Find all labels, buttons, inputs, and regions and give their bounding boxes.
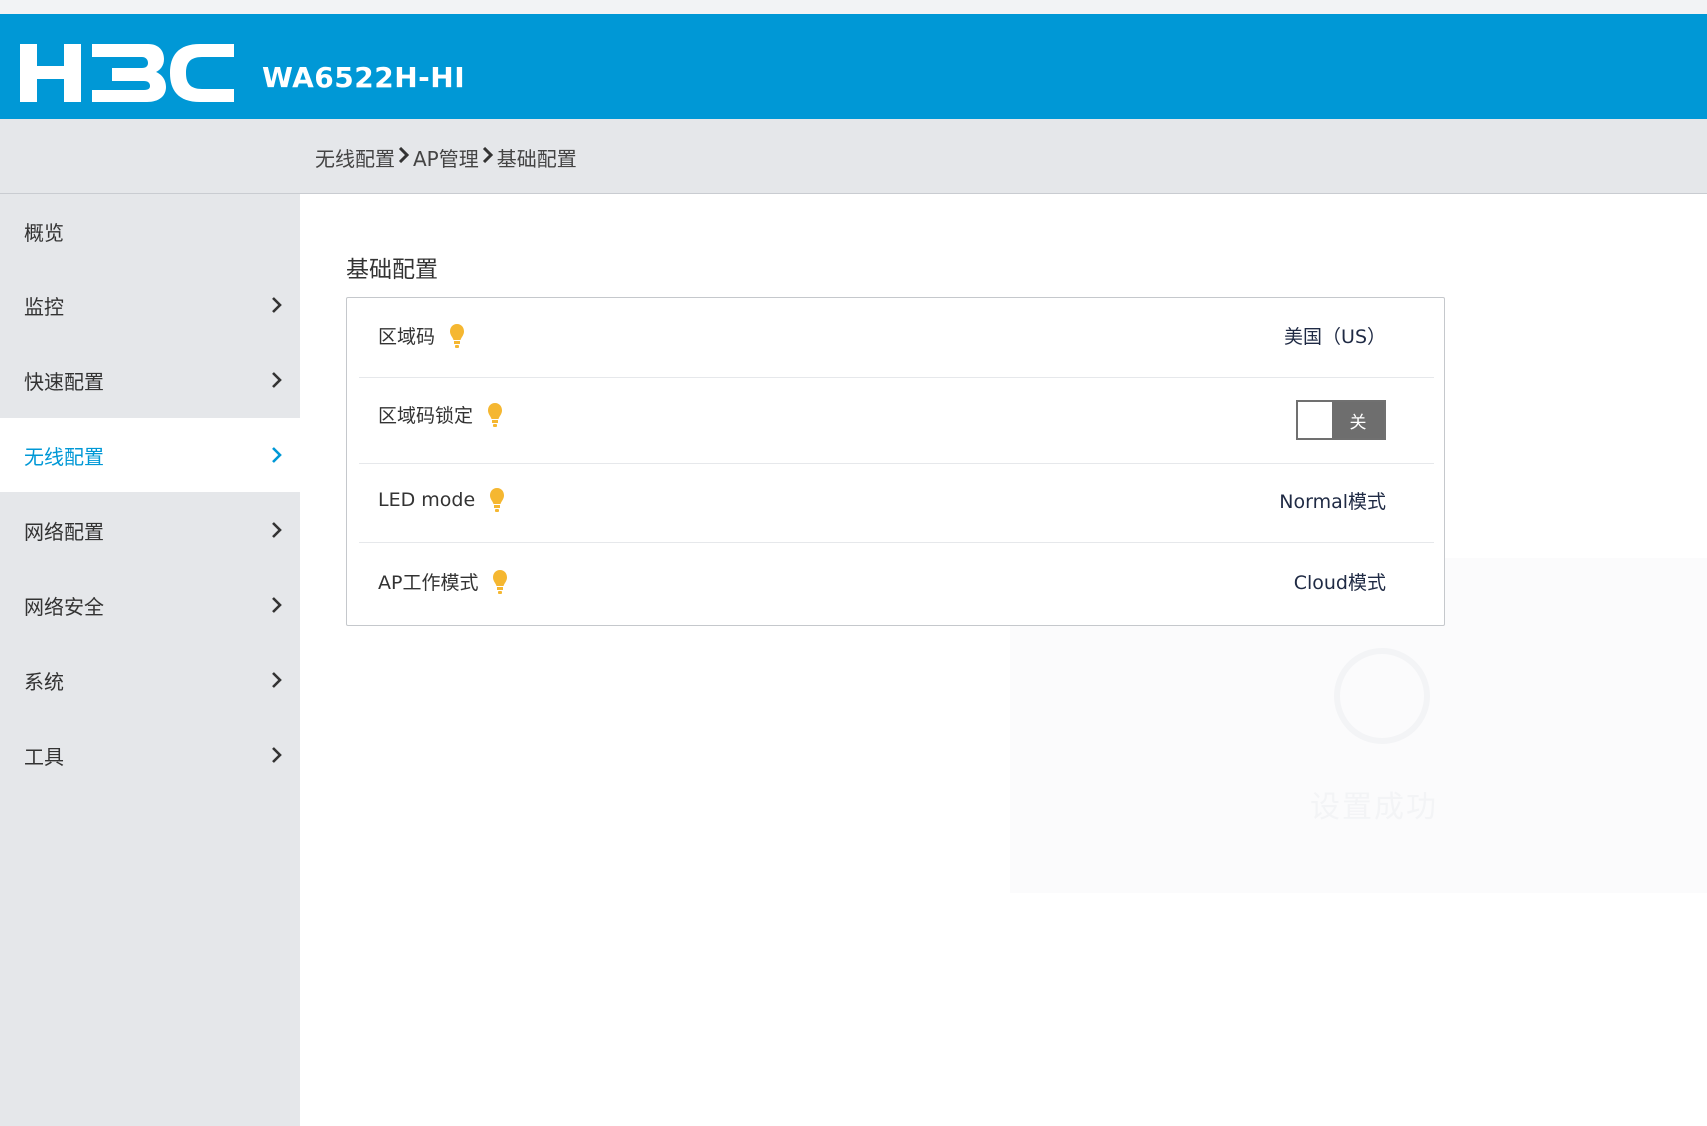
config-row-ap-work-mode: AP工作模式 Cloud模式 xyxy=(359,542,1434,621)
sidebar-item-label: 系统 xyxy=(24,669,64,694)
chevron-right-icon xyxy=(482,146,494,168)
config-row-led-mode: LED mode Normal模式 xyxy=(359,463,1434,543)
chevron-right-icon xyxy=(398,146,410,168)
browser-top-strip xyxy=(0,0,1707,15)
breadcrumb-item-wireless[interactable]: 无线配置 xyxy=(315,143,395,172)
app-header: WA6522H-HI xyxy=(0,14,1707,119)
sidebar-item-system[interactable]: 系统 xyxy=(0,643,300,717)
region-lock-label: 区域码锁定 xyxy=(378,405,474,427)
success-message: 设置成功 xyxy=(1310,790,1438,825)
led-mode-value: Normal模式 xyxy=(1279,491,1386,513)
config-row-region-code: 区域码 美国（US） xyxy=(359,298,1434,378)
region-lock-toggle[interactable]: 关 xyxy=(1296,400,1386,440)
sidebar-item-tools[interactable]: 工具 xyxy=(0,718,300,792)
row-label: 区域码 xyxy=(378,322,465,349)
sidebar-item-label: 网络安全 xyxy=(24,594,104,619)
chevron-right-icon xyxy=(272,372,282,388)
basic-config-card: 区域码 美国（US） 区域码锁定 关 LED mode Normal模式 AP工… xyxy=(346,297,1445,626)
ap-work-mode-value: Cloud模式 xyxy=(1293,572,1386,594)
breadcrumb-bar: 无线配置 AP管理 基础配置 xyxy=(0,119,1707,194)
h3c-logo xyxy=(20,44,234,102)
led-mode-label: LED mode xyxy=(378,489,476,511)
toggle-knob xyxy=(1298,402,1332,438)
breadcrumb-item-ap-management[interactable]: AP管理 xyxy=(413,143,479,172)
sidebar-item-label: 监控 xyxy=(24,294,64,319)
chevron-right-icon xyxy=(272,297,282,313)
chevron-right-icon xyxy=(272,447,282,463)
chevron-right-icon xyxy=(272,672,282,688)
sidebar-item-security[interactable]: 网络安全 xyxy=(0,568,300,642)
row-label: 区域码锁定 xyxy=(378,401,503,428)
lightbulb-icon[interactable] xyxy=(449,323,465,349)
breadcrumb: 无线配置 AP管理 基础配置 xyxy=(315,143,577,172)
smiley-icon xyxy=(1334,648,1430,744)
sidebar-item-label: 快速配置 xyxy=(24,369,104,394)
sidebar-item-label: 工具 xyxy=(24,744,64,769)
sidebar-item-overview[interactable]: 概览 xyxy=(0,194,300,268)
chevron-right-icon xyxy=(272,747,282,763)
region-code-value: 美国（US） xyxy=(1284,326,1386,348)
sidebar-item-label: 无线配置 xyxy=(24,444,104,469)
row-label: LED mode xyxy=(378,487,505,513)
sidebar-item-label: 概览 xyxy=(24,220,64,245)
sidebar-item-label: 网络配置 xyxy=(24,519,104,544)
ap-work-mode-label: AP工作模式 xyxy=(378,572,479,594)
lightbulb-icon[interactable] xyxy=(489,487,505,513)
device-model: WA6522H-HI xyxy=(262,61,466,94)
breadcrumb-item-basic-config: 基础配置 xyxy=(496,147,577,171)
chevron-right-icon xyxy=(272,522,282,538)
page-title: 基础配置 xyxy=(346,257,438,283)
chevron-right-icon xyxy=(272,597,282,613)
row-label: AP工作模式 xyxy=(378,568,508,595)
sidebar-item-network[interactable]: 网络配置 xyxy=(0,493,300,567)
toggle-state-text: 关 xyxy=(1349,412,1367,433)
config-row-region-lock: 区域码锁定 关 xyxy=(359,377,1434,464)
sidebar-item-monitor[interactable]: 监控 xyxy=(0,268,300,342)
sidebar-item-quick-setup[interactable]: 快速配置 xyxy=(0,343,300,417)
sidebar-item-wireless[interactable]: 无线配置 xyxy=(0,418,300,492)
sidebar: 概览 监控 快速配置 无线配置 网络配置 网络安全 系统 工具 xyxy=(0,194,300,1126)
region-code-label: 区域码 xyxy=(378,326,436,348)
lightbulb-icon[interactable] xyxy=(492,569,508,595)
lightbulb-icon[interactable] xyxy=(487,402,503,428)
